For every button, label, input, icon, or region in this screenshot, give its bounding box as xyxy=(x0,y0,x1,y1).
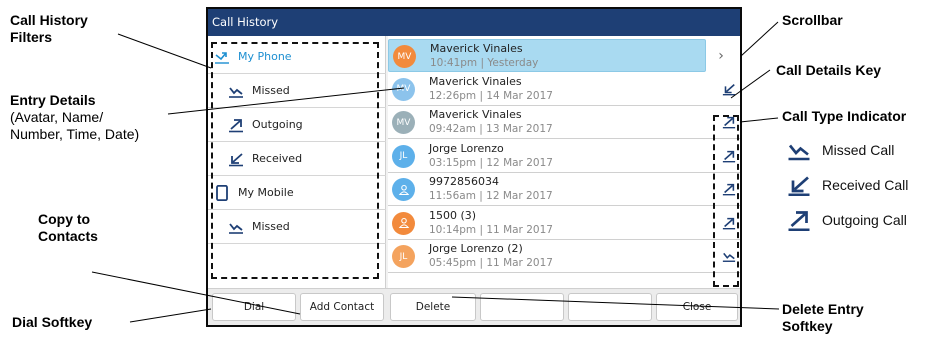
outgoing-call-icon[interactable] xyxy=(722,216,736,230)
callout-dial-text: Dial Softkey xyxy=(12,314,93,330)
callout-scrollbar: Scrollbar xyxy=(782,12,843,29)
entry-name: Jorge Lorenzo (2) xyxy=(429,242,523,255)
outgoing-call-icon xyxy=(228,117,244,133)
delete-softkey[interactable]: Delete xyxy=(390,293,476,321)
callout-details-key-text: Call Details Key xyxy=(776,62,882,78)
legend-label: Received Call xyxy=(822,177,909,193)
filter-label: Missed xyxy=(252,84,290,97)
entry-name: Maverick Vinales xyxy=(430,42,523,55)
entry-time-date: 10:14pm | 11 Mar 2017 xyxy=(429,223,553,236)
callout-delete-line1: Delete Entry xyxy=(782,301,864,317)
call-entry-row[interactable]: MV Maverick Vinales 12:26pm | 14 Mar 2017 xyxy=(388,72,740,106)
outgoing-call-icon[interactable] xyxy=(722,182,736,196)
filter-missed[interactable]: Missed xyxy=(208,210,386,244)
avatar xyxy=(392,211,415,235)
callout-filters-line2: Filters xyxy=(10,29,53,45)
received-call-icon xyxy=(786,173,812,197)
callout-call-history-filters: Call History Filters xyxy=(10,12,88,46)
entry-time-date: 05:45pm | 11 Mar 2017 xyxy=(429,257,553,269)
entry-time-date: 12:26pm | 14 Mar 2017 xyxy=(429,89,553,102)
legend-label: Outgoing Call xyxy=(822,212,907,228)
call-entry-row[interactable]: MV Maverick Vinales 09:42am | 13 Mar 2017 xyxy=(388,106,740,139)
phone-calls-icon xyxy=(214,49,230,65)
filter-label: Outgoing xyxy=(252,118,303,131)
missed-call-icon[interactable] xyxy=(722,249,736,263)
entry-time-date: 11:56am | 12 Mar 2017 xyxy=(429,190,553,202)
callout-call-type-indicator: Call Type Indicator xyxy=(782,108,906,125)
callout-delete-entry-softkey: Delete Entry Softkey xyxy=(782,301,864,335)
outgoing-call-icon[interactable] xyxy=(722,115,736,129)
callout-scrollbar-text: Scrollbar xyxy=(782,12,843,28)
call-entry-row[interactable]: 1500 (3) 10:14pm | 11 Mar 2017 xyxy=(388,206,740,240)
filter-label: My Phone xyxy=(238,50,292,63)
call-history-filters: My Phone Missed Outgoing Received My Mobile M… xyxy=(208,36,386,288)
callout-copy-line2: Contacts xyxy=(38,228,98,244)
filter-my-mobile[interactable]: My Mobile xyxy=(208,176,386,210)
filter-my-phone[interactable]: My Phone xyxy=(208,40,386,74)
outgoing-call-icon xyxy=(786,208,812,232)
entry-name: Maverick Vinales xyxy=(429,108,522,121)
call-entry-row[interactable]: 9972856034 11:56am | 12 Mar 2017 xyxy=(388,173,740,206)
filter-label: My Mobile xyxy=(238,186,294,199)
call-entry-row[interactable]: MV Maverick Vinales 10:41pm | Yesterday xyxy=(388,39,706,72)
callout-entry-details-line1: (Avatar, Name/ xyxy=(10,109,104,125)
screen-title: Call History xyxy=(212,15,279,29)
avatar: MV xyxy=(392,77,415,101)
filter-missed[interactable]: Missed xyxy=(208,74,386,108)
entry-name: 1500 (3) xyxy=(429,208,477,222)
callout-delete-line2: Softkey xyxy=(782,318,833,334)
mobile-phone-icon xyxy=(214,184,230,201)
avatar: JL xyxy=(392,144,415,168)
avatar xyxy=(392,178,415,201)
entry-name: Jorge Lorenzo xyxy=(429,141,504,155)
missed-call-icon xyxy=(786,138,812,162)
call-details-chevron-icon[interactable]: › xyxy=(710,45,732,67)
entry-time-date: 09:42am | 13 Mar 2017 xyxy=(429,123,553,135)
call-history-screen: Call History My Phone Missed Outgoing Recei… xyxy=(206,7,742,327)
avatar: MV xyxy=(392,111,415,134)
softkey-empty-2[interactable] xyxy=(568,293,652,321)
callout-copy-to-contacts: Copy to Contacts xyxy=(38,211,98,245)
callout-entry-details-title: Entry Details xyxy=(10,92,96,108)
callout-type-indicator-text: Call Type Indicator xyxy=(782,108,907,124)
softkey-bar: Dial Add Contact Delete Close xyxy=(208,288,740,325)
received-call-icon xyxy=(228,151,244,167)
callout-entry-details-line2: Number, Time, Date) xyxy=(10,126,140,142)
avatar: MV xyxy=(393,45,416,68)
legend-outgoing-call: Outgoing Call xyxy=(786,208,907,232)
callout-filters-line1: Call History xyxy=(10,12,88,28)
filter-outgoing[interactable]: Outgoing xyxy=(208,108,386,142)
filter-label: Received xyxy=(252,152,303,165)
callout-dial-softkey: Dial Softkey xyxy=(12,314,92,331)
received-call-icon[interactable] xyxy=(722,82,736,96)
close-softkey[interactable]: Close xyxy=(656,293,738,321)
callout-copy-line1: Copy to xyxy=(38,211,91,227)
filter-received[interactable]: Received xyxy=(208,142,386,176)
call-entry-list: MV Maverick Vinales 10:41pm | Yesterday › MV… xyxy=(388,36,740,288)
softkey-empty-1[interactable] xyxy=(480,293,564,321)
add-contact-softkey[interactable]: Add Contact xyxy=(300,293,384,321)
entry-time-date: 10:41pm | Yesterday xyxy=(430,57,539,69)
missed-call-icon xyxy=(228,219,244,235)
missed-call-icon xyxy=(228,83,244,99)
legend-label: Missed Call xyxy=(822,142,895,158)
filter-label: Missed xyxy=(252,220,290,233)
dial-softkey[interactable]: Dial xyxy=(212,293,296,321)
outgoing-call-icon[interactable] xyxy=(722,149,736,163)
callout-entry-details: Entry Details (Avatar, Name/ Number, Tim… xyxy=(10,92,139,143)
title-bar: Call History xyxy=(208,9,740,36)
entry-name: 9972856034 xyxy=(429,175,499,188)
legend-received-call: Received Call xyxy=(786,173,908,197)
callout-call-details-key: Call Details Key xyxy=(776,62,881,79)
legend-missed-call: Missed Call xyxy=(786,138,894,162)
call-entry-row[interactable]: JL Jorge Lorenzo (2) 05:45pm | 11 Mar 2017 xyxy=(388,240,740,273)
entry-time-date: 03:15pm | 12 Mar 2017 xyxy=(429,156,553,169)
entry-name: Maverick Vinales xyxy=(429,74,522,88)
avatar: JL xyxy=(392,245,415,268)
call-entry-row[interactable]: JL Jorge Lorenzo 03:15pm | 12 Mar 2017 xyxy=(388,139,740,173)
